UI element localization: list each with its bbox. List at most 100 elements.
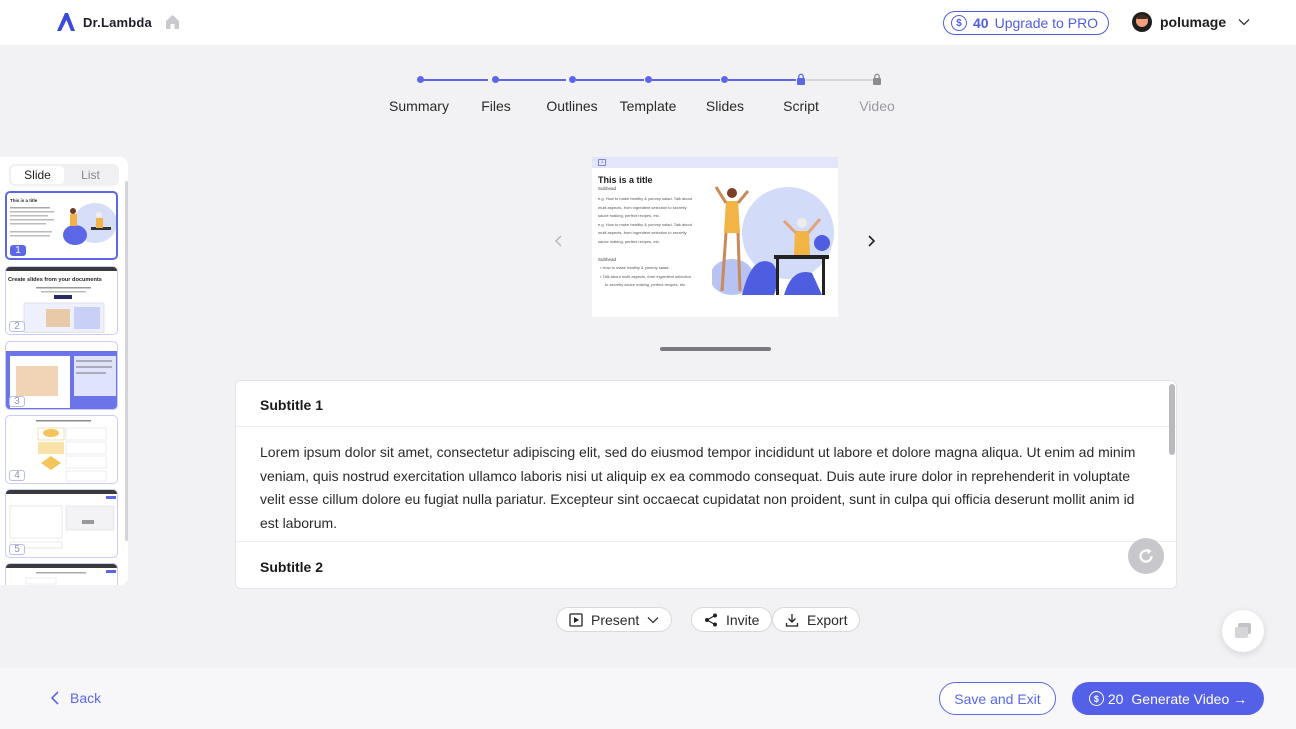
subtitle-1: Subtitle 1 xyxy=(260,397,324,413)
footer-bar: Back Save and Exit $ 20 Generate Video → xyxy=(0,668,1296,729)
slide-header-band xyxy=(592,157,838,168)
slide-thumbnail-3[interactable]: 3 xyxy=(5,341,118,410)
chevron-down-icon xyxy=(1238,19,1250,26)
step-summary[interactable]: Summary xyxy=(389,98,449,114)
step-connector xyxy=(728,79,796,81)
view-toggle: Slide List xyxy=(9,164,119,186)
slide-bullet: • How to make healthy & yummy salad. xyxy=(600,265,670,270)
present-label: Present xyxy=(591,611,640,628)
slide-bullets: • How to make healthy & yummy salad. • T… xyxy=(600,264,708,290)
step-outlines[interactable]: Outlines xyxy=(546,98,597,114)
prev-slide-icon[interactable] xyxy=(550,232,568,250)
toggle-list[interactable]: List xyxy=(64,166,117,184)
top-bar: Dr.Lambda $ 40 Upgrade to PRO polumage xyxy=(0,0,1296,45)
slide-body: e.g. How to make healthy & yummy salad. … xyxy=(598,195,706,246)
script-paragraph-1[interactable]: Lorem ipsum dolor sit amet, consectetur … xyxy=(260,441,1155,535)
thumb-title: Create slides from your documents xyxy=(8,277,102,283)
present-button[interactable]: Present xyxy=(556,607,673,632)
divider xyxy=(236,426,1176,427)
slide-line: multi aspects, from ingredient selection… xyxy=(598,204,687,210)
generate-cost: 20 xyxy=(1107,690,1124,707)
thumb-text-lines xyxy=(10,207,54,237)
slide-thumbnail-panel: Slide List This is a title 1 Create slid… xyxy=(0,157,128,585)
thumb-number: 3 xyxy=(9,396,25,407)
step-connector xyxy=(652,79,720,81)
upgrade-pro-button[interactable]: $ 40 Upgrade to PRO xyxy=(943,11,1110,35)
slide-line: e.g. How to make healthy & yummy salad. … xyxy=(598,196,692,201)
home-icon[interactable] xyxy=(165,14,180,30)
credit-coin-icon: $ xyxy=(1088,691,1104,706)
step-connector xyxy=(498,79,566,81)
slide-title: This is a title xyxy=(598,175,653,185)
credit-count: 40 xyxy=(973,15,989,31)
export-button[interactable]: Export xyxy=(772,607,861,632)
invite-button[interactable]: Invite xyxy=(691,607,773,632)
slide-line: sauce making, perfect recipes, etc. xyxy=(598,213,660,218)
generate-video-button[interactable]: $ 20 Generate Video → xyxy=(1072,682,1264,715)
divider xyxy=(236,541,1176,542)
regenerate-button[interactable] xyxy=(1128,538,1164,574)
slide-subhead: Subhead xyxy=(598,186,617,191)
slide-subhead-2: Subhead xyxy=(598,257,617,262)
slide-number-badge: 1 xyxy=(598,159,606,166)
step-connector xyxy=(806,79,874,81)
slide-thumbnail-5[interactable]: 5 xyxy=(5,489,118,558)
lambda-logo-icon xyxy=(57,13,75,31)
progress-stepper: Summary Files Outlines Template Slides S… xyxy=(389,72,910,118)
step-video: Video xyxy=(859,98,895,114)
step-dot-slides[interactable] xyxy=(721,76,728,83)
save-and-exit-button[interactable]: Save and Exit xyxy=(939,682,1056,715)
slide-bullet: • Talk about multi aspects, from ingredi… xyxy=(600,273,691,279)
preview-scroll-indicator[interactable] xyxy=(660,347,771,351)
back-label: Back xyxy=(70,690,102,706)
step-dot-template[interactable] xyxy=(645,76,652,83)
step-dot-outlines[interactable] xyxy=(569,76,576,83)
step-dot-summary[interactable] xyxy=(417,76,424,83)
chevron-left-icon xyxy=(50,691,59,705)
lock-icon xyxy=(797,73,805,85)
slide-line: e.g. How to make healthy & yummy salad. … xyxy=(598,221,692,227)
user-menu[interactable]: polumage xyxy=(1132,12,1250,32)
avatar xyxy=(1132,12,1152,32)
credit-coin-icon: $ xyxy=(951,15,967,31)
share-icon xyxy=(705,613,717,626)
slide-bullet: to secretly sauce making, perfect recipe… xyxy=(605,282,687,287)
step-files[interactable]: Files xyxy=(481,98,511,114)
thumb-number: 4 xyxy=(9,470,25,481)
play-icon xyxy=(569,612,583,627)
username: polumage xyxy=(1160,14,1227,30)
slide-line: sauce making, perfect recipes, etc. xyxy=(598,238,660,244)
slide-thumbnail-1[interactable]: This is a title 1 xyxy=(5,191,118,260)
slide-thumbnail-2[interactable]: Create slides from your documents 2 xyxy=(5,266,118,335)
thumb-mockup xyxy=(6,564,117,585)
step-connector xyxy=(423,79,488,81)
slide-thumbnail-4[interactable]: 4 xyxy=(5,415,118,484)
chat-button[interactable] xyxy=(1222,610,1264,652)
lock-icon xyxy=(873,73,881,85)
slide-line: multi aspects, from ingredient selection… xyxy=(598,230,687,235)
slide-thumbnail-6[interactable] xyxy=(5,563,118,585)
thumb-mockup xyxy=(23,287,105,333)
chevron-down-icon xyxy=(647,616,659,623)
script-scrollbar[interactable] xyxy=(1169,384,1175,455)
subtitle-2: Subtitle 2 xyxy=(260,559,324,575)
step-script[interactable]: Script xyxy=(783,98,819,114)
back-button[interactable]: Back xyxy=(50,690,101,706)
export-label: Export xyxy=(807,611,848,628)
thumb-number: 5 xyxy=(9,544,25,555)
thumb-number: 2 xyxy=(9,321,25,332)
toggle-slide[interactable]: Slide xyxy=(11,166,64,184)
invite-label: Invite xyxy=(726,611,760,628)
step-slides[interactable]: Slides xyxy=(706,98,744,114)
slide-preview[interactable]: 1 This is a title Subhead e.g. How to ma… xyxy=(592,157,838,317)
step-template[interactable]: Template xyxy=(620,98,677,114)
brand-logo[interactable]: Dr.Lambda xyxy=(56,12,152,32)
step-dot-files[interactable] xyxy=(492,76,499,83)
brand-name: Dr.Lambda xyxy=(83,14,152,30)
script-editor: Subtitle 1 Lorem ipsum dolor sit amet, c… xyxy=(235,380,1177,589)
thumbnail-scrollbar[interactable] xyxy=(125,181,128,541)
generate-label: Generate Video → xyxy=(1131,690,1248,707)
chat-icon xyxy=(1235,623,1251,638)
next-slide-icon[interactable] xyxy=(862,232,880,250)
download-icon xyxy=(785,613,799,627)
